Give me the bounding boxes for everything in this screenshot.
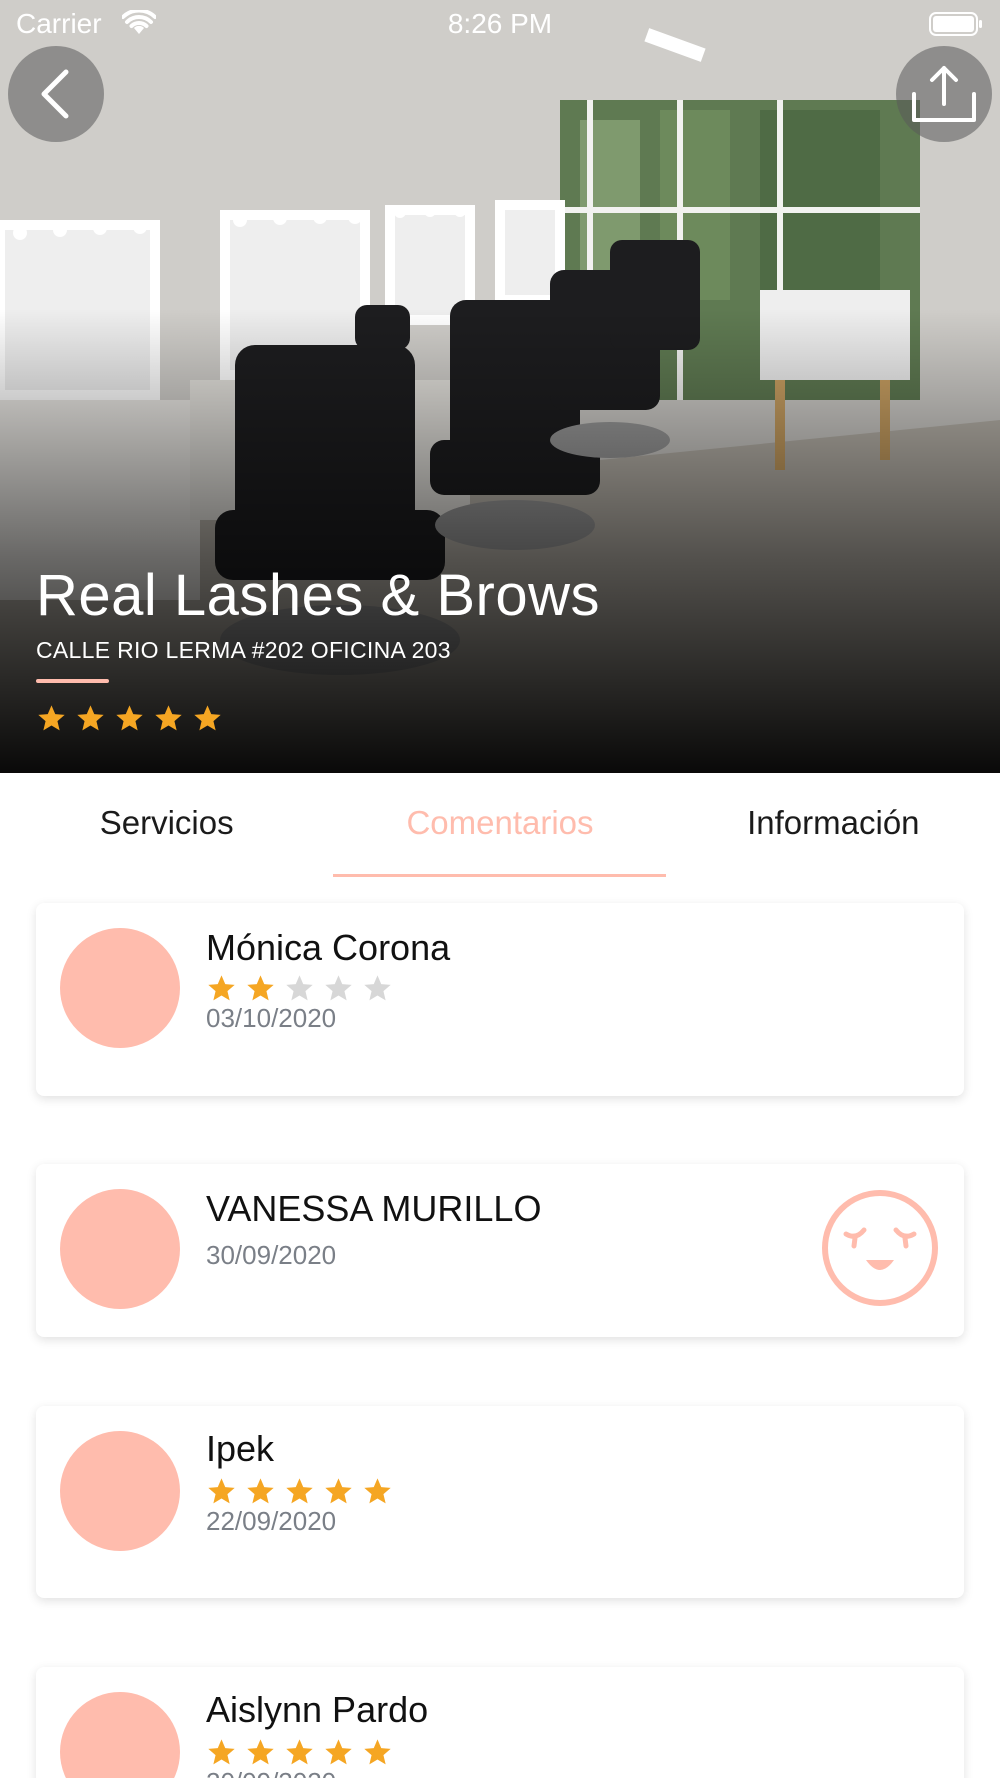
star-icon [247,1739,274,1765]
reviewer-name: Aislynn Pardo [206,1689,429,1730]
smiling-face-icon [822,1190,938,1306]
reviewer-name: Mónica Corona [206,927,451,968]
review-rating [206,1737,393,1768]
salon-address: CALLE RIO LERMA #202 OFICINA 203 [36,637,451,663]
review-date: 22/09/2020 [206,1506,337,1536]
tab-servicios[interactable]: Servicios [0,773,333,878]
avatar [60,1431,180,1551]
status-bar: Carrier 8:26 PM [0,0,1000,50]
share-icon [912,66,976,122]
chevron-left-icon [41,69,69,119]
star-icon [325,975,352,1001]
avatar [60,928,180,1048]
salon-hero: Carrier 8:26 PM Real Lashes & Brows CALL… [0,0,1000,773]
star-icon [77,705,104,731]
reviewer-name: Ipek [206,1428,275,1469]
salon-name: Real Lashes & Brows [36,563,600,628]
reviewer-name: VANESSA MURILLO [206,1188,542,1229]
star-icon [208,1478,235,1504]
star-icon [116,705,143,731]
star-icon [38,705,65,731]
review-card: Ipek 22/09/2020 [36,1406,964,1598]
star-icon [194,705,221,731]
title-accent-line [36,679,109,683]
star-icon [286,1739,313,1765]
star-icon [364,1739,391,1765]
star-icon [325,1739,352,1765]
active-tab-indicator [333,874,666,877]
star-icon [208,975,235,1001]
review-date: 30/09/2020 [206,1240,337,1270]
tab-informacion[interactable]: Información [667,773,1000,878]
star-icon [155,705,182,731]
review-card: Mónica Corona 03/10/2020 [36,903,964,1096]
avatar [60,1189,180,1309]
star-icon [364,975,391,1001]
review-card: VANESSA MURILLO 30/09/2020 [36,1164,964,1337]
star-icon [247,975,274,1001]
back-button[interactable] [8,46,104,142]
star-icon [247,1478,274,1504]
share-button[interactable] [896,46,992,142]
review-rating [206,1476,393,1507]
review-rating [206,973,393,1004]
star-icon [286,975,313,1001]
review-card: Aislynn Pardo 20/09/2020 [36,1667,964,1778]
battery-icon [929,12,982,36]
review-date: 20/09/2020 [206,1767,336,1778]
star-icon [325,1478,352,1504]
review-date: 03/10/2020 [206,1003,337,1033]
tab-bar: Servicios Comentarios Información [0,773,1000,878]
tab-comentarios[interactable]: Comentarios [333,773,666,878]
avatar [60,1692,180,1778]
star-icon [208,1739,235,1765]
salon-rating [36,703,223,734]
star-icon [286,1478,313,1504]
star-icon [364,1478,391,1504]
clock: 8:26 PM [447,8,553,39]
